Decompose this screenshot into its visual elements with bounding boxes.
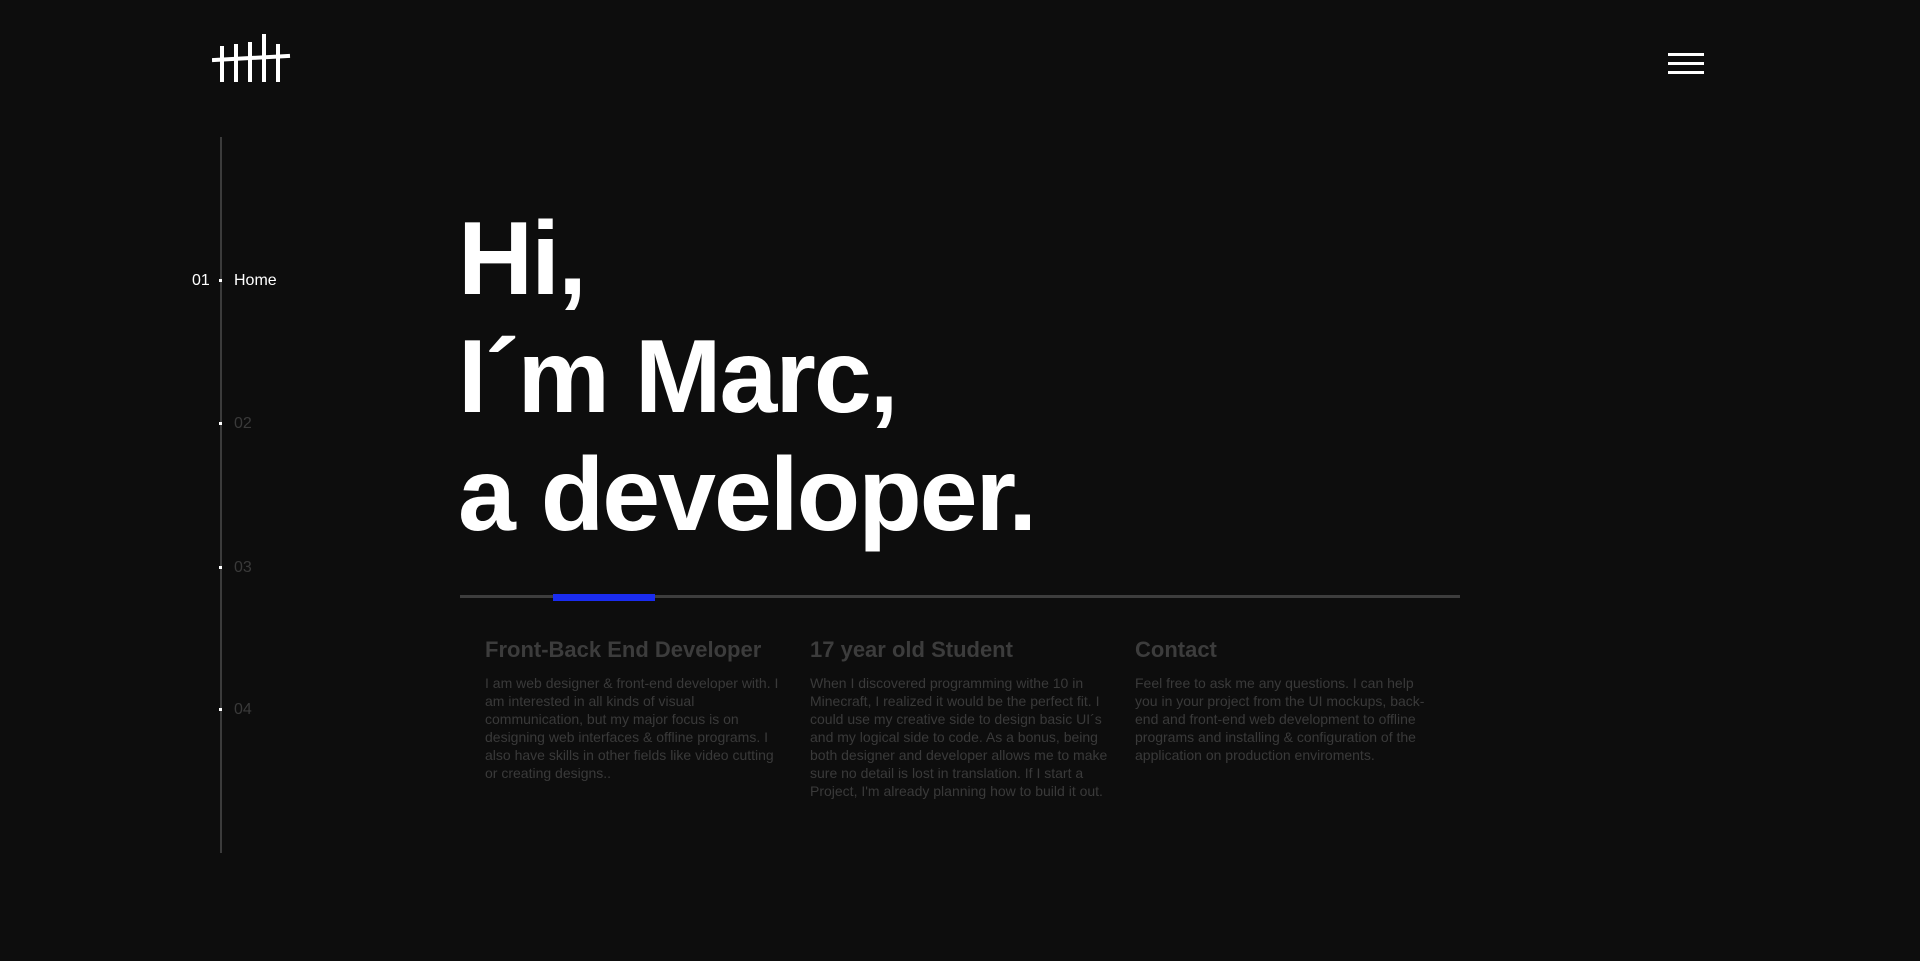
info-column-contact: Contact Feel free to ask me any question… xyxy=(1135,636,1435,764)
column-text: When I discovered programming withe 10 i… xyxy=(810,675,1108,799)
side-nav-line xyxy=(220,137,222,853)
column-title: Contact xyxy=(1135,637,1217,662)
column-title: 17 year old Student xyxy=(810,637,1013,662)
menu-bar-middle xyxy=(1668,62,1704,65)
section-slider-indicator[interactable] xyxy=(553,594,655,601)
side-nav-label: 03 xyxy=(234,559,252,576)
column-title: Front-Back End Developer xyxy=(485,637,762,662)
page: 01 Home 02 03 04 Hi, I´m Marc, a develop… xyxy=(0,0,1920,961)
tally-marks-logo-icon[interactable] xyxy=(212,34,292,84)
hero-line-2: I´m Marc, xyxy=(458,319,899,435)
side-nav-dot xyxy=(219,708,222,711)
column-text: Feel free to ask me any questions. I can… xyxy=(1135,675,1425,763)
side-nav-dot xyxy=(219,422,222,425)
side-nav-label: Home xyxy=(234,272,277,289)
menu-bar-top xyxy=(1668,53,1704,56)
hero-line-1: Hi, xyxy=(458,201,587,317)
section-slider-track[interactable] xyxy=(460,594,1460,601)
column-text: I am web designer & front-end developer … xyxy=(485,675,779,781)
hamburger-menu-icon[interactable] xyxy=(1668,53,1704,79)
hero-line-3: a developer. xyxy=(458,437,1037,553)
side-nav-label: 02 xyxy=(234,415,252,432)
info-column-student: 17 year old Student When I discovered pr… xyxy=(810,636,1110,800)
menu-bar-bottom xyxy=(1668,71,1704,74)
side-nav-index: 01 xyxy=(192,272,210,289)
info-column-developer: Front-Back End Developer I am web design… xyxy=(485,636,785,782)
side-nav-dot xyxy=(219,566,222,569)
side-nav-dot xyxy=(219,279,222,282)
side-nav-label: 04 xyxy=(234,701,252,718)
hero-heading: Hi, I´m Marc, a developer. xyxy=(458,200,1037,554)
